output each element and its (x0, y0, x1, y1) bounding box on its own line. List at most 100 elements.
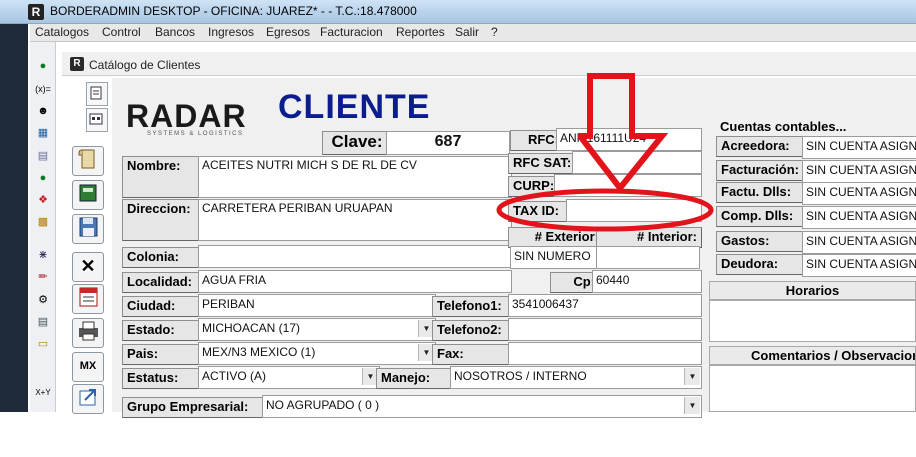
cuentas-contables-header: Cuentas contables... (720, 119, 847, 134)
money-bag-icon[interactable]: ● (34, 58, 52, 74)
document-icon[interactable]: ▤ (34, 148, 52, 164)
direccion-field[interactable]: CARRETERA PERIBAN URUAPAN (198, 199, 512, 241)
formula-icon[interactable]: (x)= (34, 81, 52, 97)
floppy-disk-icon (79, 217, 98, 237)
manejo-select-value: NOSOTROS / INTERNO (454, 369, 587, 383)
printer-icon (79, 321, 98, 341)
estado-label: Estado: (122, 320, 204, 341)
chevron-down-icon[interactable]: ▼ (684, 397, 700, 414)
desktop-left-strip (0, 24, 28, 412)
gastos-label: Gastos: (716, 231, 810, 252)
clave-label: Clave: (322, 131, 392, 155)
pencil-icon[interactable]: ✏ (34, 269, 52, 285)
acreedora-label: Acreedora: (716, 136, 810, 157)
estado-select-value: MICHOACAN (17) (202, 321, 301, 335)
bus-icon[interactable]: ▭ (34, 336, 52, 352)
factu-dlls-field[interactable]: SIN CUENTA ASIGNADA (802, 182, 916, 205)
interior-field[interactable] (596, 246, 700, 269)
facturacion-label: Facturación: (716, 160, 810, 181)
menu-bar: Catalogos Control Bancos Ingresos Egreso… (30, 24, 916, 42)
formula-icon-2[interactable]: X+Y (34, 388, 52, 404)
localidad-label: Localidad: (122, 272, 204, 293)
new-button[interactable] (72, 146, 104, 176)
desktop-toolbar: ● (x)= ☻ ▦ ▤ ● ❖ ▩ ⋇ ✏ ⚙ ▤ ▭ X+Y (30, 42, 56, 412)
fax-label: Fax: (432, 344, 516, 365)
form-icon (89, 113, 103, 125)
network-icon[interactable]: ⋇ (34, 247, 52, 263)
acreedora-field[interactable]: SIN CUENTA ASIGNADA (802, 136, 916, 159)
comentarios-header: Comentarios / Observaciones (709, 346, 916, 365)
new-document-icon (78, 149, 95, 169)
nombre-field[interactable]: ACEITES NUTRI MICH S DE RL DE CV (198, 156, 512, 198)
estado-select[interactable]: MICHOACAN (17) ▼ (198, 318, 436, 341)
comp-dlls-field[interactable]: SIN CUENTA ASIGNADA (802, 206, 916, 229)
facturacion-field[interactable]: SIN CUENTA ASIGNADA (802, 160, 916, 183)
delete-button[interactable]: ✕ (72, 252, 104, 282)
calculator-icon[interactable]: ▦ (34, 125, 52, 141)
tab-list-view[interactable] (86, 82, 108, 106)
window-title: BORDERADMIN DESKTOP - OFICINA: JUAREZ* -… (50, 4, 417, 18)
comp-dlls-label: Comp. Dlls: (716, 206, 810, 227)
fax-field[interactable] (508, 342, 702, 365)
menu-facturacion[interactable]: Facturacion (320, 25, 383, 39)
report-icon (79, 287, 98, 307)
localidad-field[interactable]: AGUA FRIA (198, 270, 512, 293)
list-icon (90, 86, 102, 100)
exterior-field[interactable]: SIN NUMERO (510, 246, 600, 269)
menu-salir[interactable]: Salir (455, 25, 479, 39)
ciudad-label: Ciudad: (122, 296, 204, 317)
clave-field[interactable]: 687 (386, 131, 510, 155)
annotation-ellipse (496, 188, 714, 232)
user-hat-icon[interactable]: ☻ (34, 103, 52, 119)
factu-dlls-label: Factu. Dlls: (716, 182, 810, 203)
comentarios-box[interactable] (709, 365, 916, 412)
gastos-field[interactable]: SIN CUENTA ASIGNADA (802, 231, 916, 254)
cp-field[interactable]: 60440 (592, 270, 702, 293)
export-arrow-icon (79, 389, 96, 406)
pill-icon[interactable]: ❖ (34, 192, 52, 208)
print-button[interactable] (72, 318, 104, 348)
menu-control[interactable]: Control (102, 25, 141, 39)
telefono1-label: Telefono1: (432, 296, 516, 317)
export-button[interactable] (72, 384, 104, 414)
estatus-select[interactable]: ACTIVO (A) ▼ (198, 366, 380, 389)
menu-help[interactable]: ? (491, 25, 498, 39)
pais-select[interactable]: MEX/N3 MEXICO (1) ▼ (198, 342, 436, 365)
radar-brand-logo: RADAR (126, 98, 247, 134)
pais-label: Pais: (122, 344, 204, 365)
radar-brand-tagline: SYSTEMS & LOGISTICS (147, 131, 244, 137)
book-icon[interactable]: ▤ (34, 314, 52, 330)
chevron-down-icon[interactable]: ▼ (684, 368, 700, 385)
horarios-header: Horarios (709, 281, 916, 300)
telefono2-field[interactable] (508, 318, 702, 341)
deudora-field[interactable]: SIN CUENTA ASIGNADA (802, 254, 916, 277)
money-bag-icon[interactable]: ● (34, 170, 52, 186)
menu-catalogos[interactable]: Catalogos (35, 25, 89, 39)
ciudad-field[interactable]: PERIBAN (198, 294, 436, 317)
manejo-select[interactable]: NOSOTROS / INTERNO ▼ (450, 366, 702, 389)
report-button[interactable] (72, 284, 104, 314)
manejo-label: Manejo: (376, 368, 456, 389)
save-button[interactable] (72, 214, 104, 244)
annotation-arrow (578, 73, 668, 193)
page-title: CLIENTE (278, 88, 431, 126)
edit-button[interactable] (72, 180, 104, 210)
telefono1-field[interactable]: 3541006437 (508, 294, 702, 317)
grupo-select[interactable]: NO AGRUPADO ( 0 ) ▼ (262, 395, 702, 418)
grupo-label: Grupo Empresarial: (122, 397, 268, 418)
menu-bancos[interactable]: Bancos (155, 25, 195, 39)
tab-form-view[interactable] (86, 108, 108, 132)
colonia-field[interactable] (198, 245, 512, 268)
colonia-label: Colonia: (122, 247, 204, 268)
gear-icon[interactable]: ⚙ (34, 292, 52, 308)
direccion-label: Direccion: (122, 199, 204, 241)
edit-book-icon (79, 184, 97, 202)
deudora-label: Deudora: (716, 254, 810, 275)
chart-icon[interactable]: ▩ (34, 214, 52, 230)
menu-reportes[interactable]: Reportes (396, 25, 445, 39)
inner-window-title: Catálogo de Clientes (89, 58, 201, 72)
mx-button[interactable]: MX (72, 352, 104, 382)
menu-egresos[interactable]: Egresos (266, 25, 310, 39)
menu-ingresos[interactable]: Ingresos (208, 25, 254, 39)
horarios-box[interactable] (709, 300, 916, 342)
